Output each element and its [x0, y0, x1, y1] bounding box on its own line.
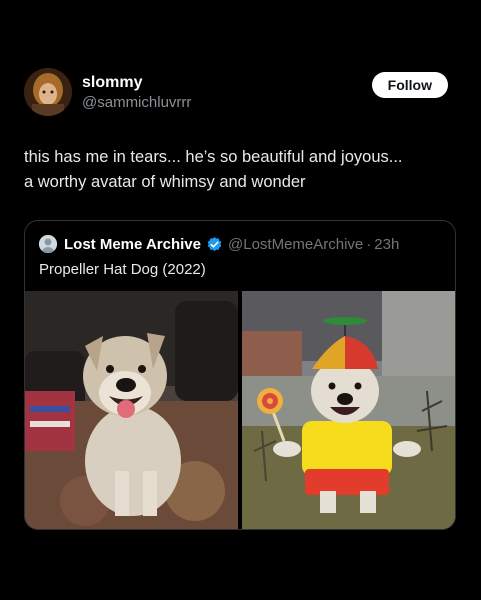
post-header: slommy @sammichluvrrr Follow — [24, 68, 456, 120]
follow-button[interactable]: Follow — [371, 72, 448, 98]
quoted-post-header: Lost Meme Archive @LostMemeArchive · 23h — [39, 233, 399, 255]
quoted-display-name[interactable]: Lost Meme Archive — [64, 236, 201, 253]
avatar[interactable] — [24, 68, 72, 116]
display-name[interactable]: slommy — [82, 73, 191, 93]
quoted-handle[interactable]: @LostMemeArchive — [228, 236, 363, 253]
default-avatar-icon[interactable] — [39, 235, 57, 253]
dog-photo[interactable] — [25, 291, 238, 529]
propeller-hat-dog-image[interactable] — [242, 291, 455, 529]
separator-dot: · — [366, 235, 372, 253]
quoted-post-card[interactable]: Lost Meme Archive @LostMemeArchive · 23h… — [24, 220, 456, 530]
user-handle[interactable]: @sammichluvrrr — [82, 93, 191, 113]
author-names: slommy @sammichluvrrr — [82, 73, 191, 113]
quoted-post-text: Propeller Hat Dog (2022) — [39, 261, 206, 278]
quoted-media[interactable] — [25, 291, 455, 529]
post-text-line: a worthy avatar of whimsy and wonder — [24, 173, 306, 191]
post-text-line: this has me in tears... he’s so beautifu… — [24, 148, 403, 166]
verified-badge-icon — [206, 236, 223, 253]
post-text: this has me in tears... he’s so beautifu… — [24, 145, 456, 195]
post-time[interactable]: 23h — [374, 236, 399, 253]
